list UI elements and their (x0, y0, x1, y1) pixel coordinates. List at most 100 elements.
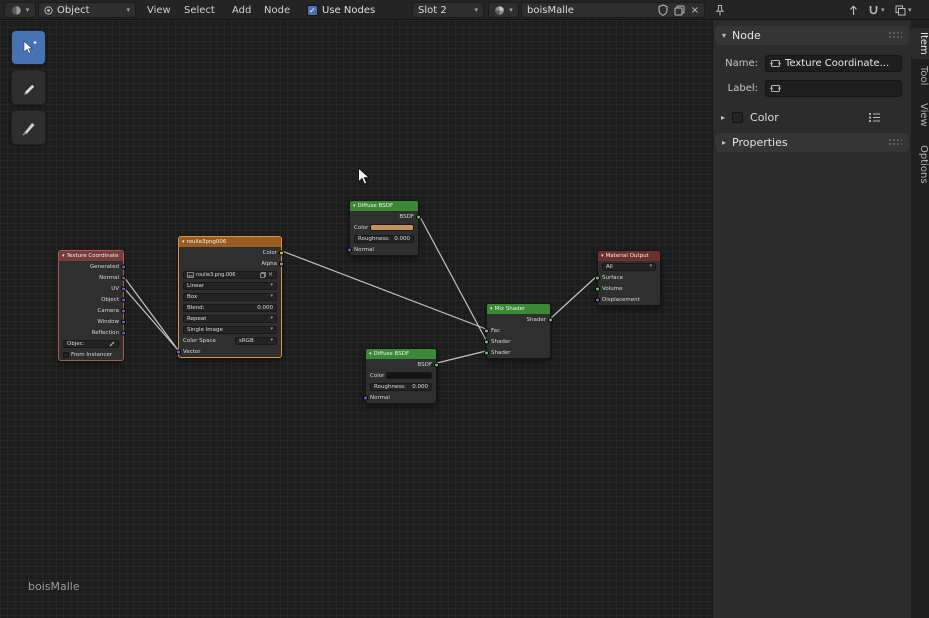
panel-grip-handle[interactable] (888, 138, 902, 147)
socket-normal-input[interactable] (347, 247, 352, 252)
socket-bsdf[interactable] (416, 214, 421, 219)
presets-list-icon[interactable] (868, 112, 881, 123)
source-dropdown[interactable]: Single Image ▾ (183, 326, 277, 334)
browse-material-button[interactable]: ▾ (488, 2, 519, 18)
collapse-icon[interactable]: ▾ (601, 254, 604, 259)
socket-reflection[interactable] (121, 330, 126, 335)
copy-image-icon[interactable] (260, 272, 266, 278)
material-name-field[interactable]: boisMalle × (521, 2, 705, 18)
socket-surface[interactable] (595, 275, 600, 280)
node-editor-canvas[interactable]: ▾ Texture Coordinate Generated Normal UV… (0, 20, 712, 618)
node-header[interactable]: ▾ Diffuse BSDF (350, 201, 418, 211)
collapse-icon[interactable]: ▾ (62, 254, 65, 259)
socket-volume[interactable] (595, 286, 600, 291)
socket-vector[interactable] (176, 349, 181, 354)
socket-shader-out[interactable] (548, 317, 553, 322)
node-image-texture[interactable]: ▾ roulie3png006 Color Alpha roulie3.png.… (178, 236, 282, 358)
menu-add[interactable]: Add (227, 2, 256, 18)
tab-options[interactable]: Options (911, 141, 929, 188)
interpolation-dropdown[interactable]: Linear ▾ (183, 282, 277, 290)
panel-grip-handle[interactable] (888, 31, 902, 40)
socket-shader2[interactable] (484, 350, 489, 355)
node-header[interactable]: ▾ roulie3png006 (179, 237, 281, 247)
output-label: Camera (97, 308, 119, 314)
tab-item[interactable]: Item (911, 28, 929, 59)
tab-view[interactable]: View (911, 99, 929, 131)
shader-type-dropdown[interactable]: Object ▾ (38, 2, 136, 18)
overlays-control[interactable]: ▾ (894, 2, 912, 18)
extension-dropdown[interactable]: Repeat ▾ (183, 315, 277, 323)
use-nodes-toggle[interactable]: ✓ Use Nodes (307, 2, 375, 18)
socket-object[interactable] (121, 297, 126, 302)
color-swatch[interactable] (386, 372, 432, 379)
cut-links-tool-button[interactable] (11, 110, 46, 145)
node-texture-coordinate[interactable]: ▾ Texture Coordinate Generated Normal UV… (58, 250, 124, 361)
color-swatch[interactable] (370, 224, 414, 231)
object-picker-field[interactable]: Objec: (63, 340, 119, 348)
node-header[interactable]: ▾ Texture Coordinate (59, 251, 123, 261)
socket-fac[interactable] (484, 328, 489, 333)
shader-type-value: Object (57, 5, 90, 16)
node-title: Diffuse BSDF (374, 351, 410, 357)
node-mix-shader[interactable]: ▾ Mix Shader Shader Fac Shader Shader (486, 303, 551, 359)
collapse-icon[interactable]: ▾ (369, 352, 372, 357)
annotate-tool-button[interactable] (11, 70, 46, 105)
node-header[interactable]: ▾ Diffuse BSDF (366, 349, 436, 359)
node-title: Texture Coordinate (67, 253, 119, 259)
node-diffuse-bsdf-bottom[interactable]: ▾ Diffuse BSDF BSDF Color Roughness: 0.0… (365, 348, 437, 404)
socket-generated[interactable] (121, 264, 126, 269)
menu-view[interactable]: View (142, 2, 176, 18)
input-label: Shader (491, 350, 510, 356)
menu-select[interactable]: Select (179, 2, 220, 18)
from-instancer-checkbox[interactable] (63, 352, 69, 358)
use-nodes-label: Use Nodes (322, 5, 375, 16)
transform-arrow-icon[interactable] (845, 2, 861, 18)
socket-color[interactable] (279, 250, 284, 255)
menu-node[interactable]: Node (259, 2, 295, 18)
snap-control[interactable]: ▾ (867, 2, 885, 18)
collapse-icon[interactable]: ▾ (353, 204, 356, 209)
output-label: Reflection (92, 330, 119, 336)
socket-shader1[interactable] (484, 339, 489, 344)
socket-displacement[interactable] (595, 297, 600, 302)
socket-bsdf[interactable] (434, 362, 439, 367)
colorspace-dropdown[interactable]: sRGB ▾ (235, 337, 277, 345)
socket-window[interactable] (121, 319, 126, 324)
node-diffuse-bsdf-top[interactable]: ▾ Diffuse BSDF BSDF Color Roughness: 0.0… (349, 200, 419, 256)
slot-dropdown[interactable]: Slot 2 ▾ (412, 2, 484, 18)
eyedropper-icon[interactable] (109, 341, 115, 347)
blend-slider[interactable]: Blend: 0.000 (183, 304, 277, 312)
target-dropdown[interactable]: All ▾ (602, 263, 656, 271)
editor-type-button[interactable]: ▾ (4, 2, 36, 18)
socket-normal[interactable] (121, 275, 126, 280)
color-checkbox[interactable] (732, 112, 743, 123)
node-datablock-icon (770, 83, 781, 94)
roughness-slider[interactable]: Roughness: 0.000 (354, 235, 414, 243)
new-material-copy-icon[interactable] (674, 5, 685, 16)
unlink-close-icon[interactable]: × (691, 5, 699, 16)
normal-input-row: Normal (366, 392, 436, 403)
roughness-slider[interactable]: Roughness: 0.000 (370, 383, 432, 391)
select-tool-button[interactable] (11, 30, 46, 65)
socket-uv[interactable] (121, 286, 126, 291)
collapse-icon[interactable]: ▾ (490, 307, 493, 312)
properties-panel-header[interactable]: ▸ Properties (715, 133, 909, 152)
projection-dropdown[interactable]: Box ▾ (183, 293, 277, 301)
node-name-field[interactable]: Texture Coordinate... (765, 55, 902, 72)
image-datablock-field[interactable]: roulie3.png.006 × (183, 271, 277, 279)
node-header[interactable]: ▾ Mix Shader (487, 304, 550, 314)
use-nodes-checkbox[interactable]: ✓ (307, 5, 318, 16)
collapse-icon[interactable]: ▾ (182, 240, 185, 245)
node-panel-header[interactable]: ▾ Node (715, 26, 909, 45)
socket-camera[interactable] (121, 308, 126, 313)
node-label-field[interactable] (765, 80, 902, 97)
fake-user-shield-icon[interactable] (658, 4, 668, 16)
node-material-output[interactable]: ▾ Material Output All ▾ Surface Volume D… (597, 250, 661, 306)
color-subpanel-row[interactable]: ▸ Color (713, 108, 911, 127)
socket-normal-input[interactable] (363, 395, 368, 400)
node-header[interactable]: ▾ Material Output (598, 251, 660, 261)
unlink-image-icon[interactable]: × (268, 272, 273, 278)
pin-icon[interactable] (712, 2, 728, 18)
socket-alpha[interactable] (279, 261, 284, 266)
tab-tool[interactable]: Tool (911, 62, 929, 89)
